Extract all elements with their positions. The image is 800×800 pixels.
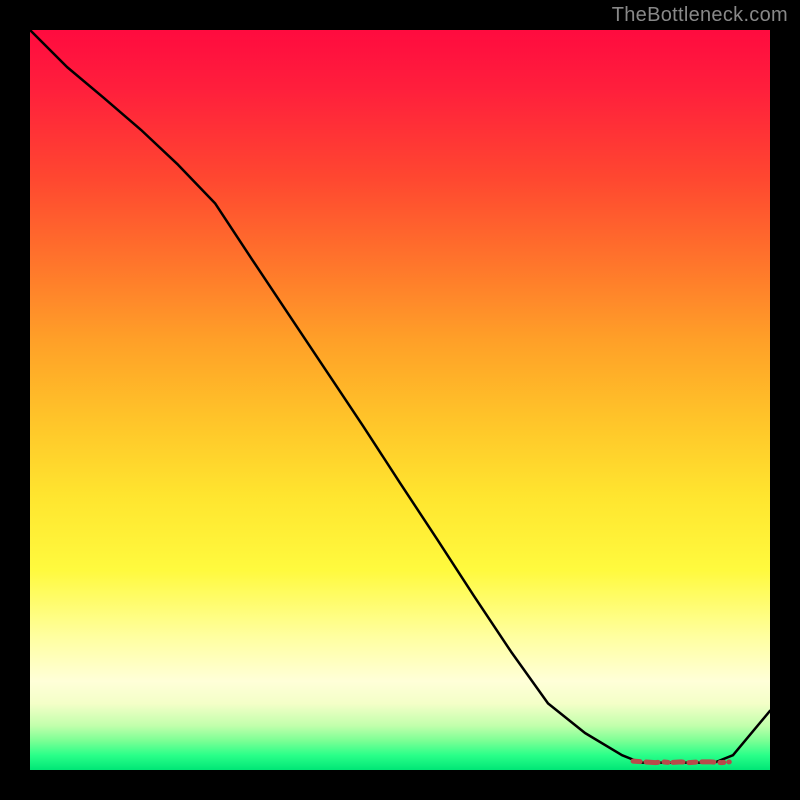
plateau-markers <box>633 761 729 763</box>
plateau-dash <box>633 761 729 763</box>
bottleneck-curve <box>30 30 770 763</box>
chart-overlay <box>30 30 770 770</box>
attribution-text: TheBottleneck.com <box>612 4 788 27</box>
